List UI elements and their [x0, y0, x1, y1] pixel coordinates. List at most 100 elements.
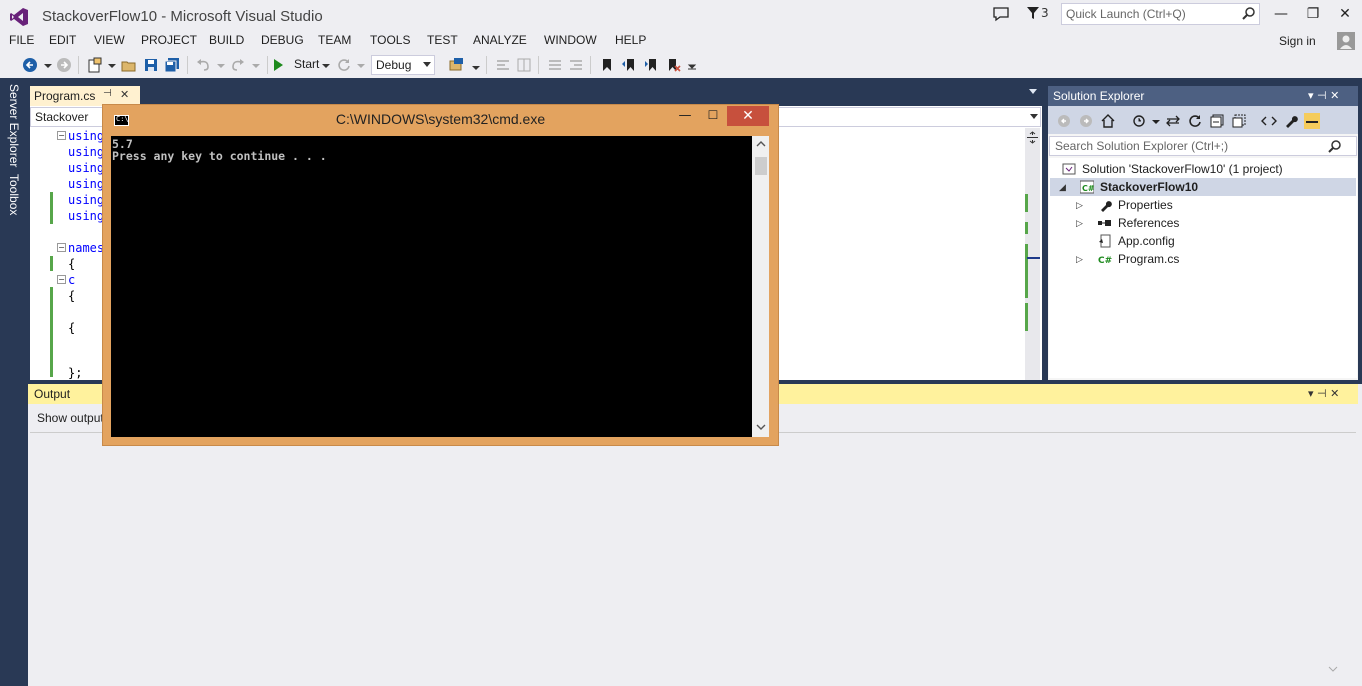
- collapse-all-icon[interactable]: [1209, 113, 1225, 129]
- member-navigation-dropdown[interactable]: [776, 107, 1041, 127]
- menu-tools[interactable]: TOOLS: [370, 33, 410, 47]
- collapse-icon[interactable]: −: [57, 275, 66, 284]
- sign-in-link[interactable]: Sign in: [1279, 34, 1316, 48]
- undo-icon[interactable]: [196, 57, 212, 73]
- code-line[interactable]: using: [68, 129, 104, 143]
- navigate-forward-icon[interactable]: [56, 57, 72, 73]
- console-output[interactable]: [111, 136, 752, 437]
- cmd-maximize-button[interactable]: ☐: [699, 108, 727, 126]
- dropdown-arrow-icon[interactable]: [1148, 113, 1164, 129]
- comment-lines-icon[interactable]: [547, 57, 563, 73]
- collapse-icon[interactable]: −: [57, 243, 66, 252]
- panel-window-icons[interactable]: ▾ ⊣ ✕: [1308, 89, 1339, 102]
- menu-file[interactable]: FILE: [9, 33, 34, 47]
- tree-item-app-config[interactable]: App.config: [1076, 232, 1356, 250]
- scroll-up-icon[interactable]: [756, 140, 766, 148]
- dropdown-arrow-icon[interactable]: [213, 57, 229, 73]
- project-navigation-dropdown[interactable]: Stackover: [30, 107, 110, 127]
- cmd-close-button[interactable]: ✕: [727, 106, 769, 126]
- user-avatar-icon[interactable]: [1337, 32, 1355, 50]
- uncomment-lines-icon[interactable]: [568, 57, 584, 73]
- save-all-icon[interactable]: [164, 57, 180, 73]
- pending-changes-filter-icon[interactable]: [1131, 113, 1147, 129]
- menu-build[interactable]: BUILD: [209, 33, 244, 47]
- menu-view[interactable]: VIEW: [94, 33, 125, 47]
- dropdown-arrow-icon[interactable]: [104, 57, 120, 73]
- toolbar-options-icon[interactable]: [684, 57, 700, 73]
- bookmark-icon[interactable]: [599, 57, 615, 73]
- solution-configuration-select[interactable]: Debug: [371, 55, 435, 75]
- layout-icon[interactable]: [516, 57, 532, 73]
- preview-selected-items-icon[interactable]: [1304, 113, 1320, 129]
- code-line[interactable]: {: [68, 257, 75, 271]
- dropdown-arrow-icon[interactable]: [468, 57, 484, 73]
- panel-window-icons[interactable]: ▾ ⊣ ✕: [1308, 387, 1339, 400]
- tree-item-solution[interactable]: Solution 'StackoverFlow10' (1 project): [1060, 160, 1356, 178]
- clear-bookmarks-icon[interactable]: [665, 57, 681, 73]
- collapse-icon[interactable]: −: [57, 131, 66, 140]
- code-line[interactable]: using: [68, 145, 104, 159]
- close-button[interactable]: ✕: [1332, 4, 1358, 24]
- home-icon[interactable]: [1100, 113, 1116, 129]
- cmd-minimize-button[interactable]: —: [671, 108, 699, 126]
- close-tab-icon[interactable]: ✕: [120, 88, 129, 101]
- code-line[interactable]: names: [68, 241, 104, 255]
- toolbox-tab[interactable]: Toolbox: [7, 174, 21, 215]
- collapsed-arrow-icon[interactable]: ▷: [1076, 196, 1083, 214]
- menu-debug[interactable]: DEBUG: [261, 33, 304, 47]
- code-line[interactable]: {: [68, 289, 75, 303]
- properties-wrench-icon[interactable]: [1283, 113, 1299, 129]
- previous-bookmark-icon[interactable]: [621, 57, 637, 73]
- menu-test[interactable]: TEST: [427, 33, 458, 47]
- menu-edit[interactable]: EDIT: [49, 33, 76, 47]
- console-scrollbar[interactable]: [752, 136, 769, 437]
- pin-icon[interactable]: ⊣: [103, 88, 112, 99]
- collapsed-arrow-icon[interactable]: ▷: [1076, 250, 1083, 268]
- code-line[interactable]: c: [68, 273, 75, 287]
- menu-analyze[interactable]: ANALYZE: [473, 33, 527, 47]
- sync-with-document-icon[interactable]: [1165, 113, 1181, 129]
- minimize-button[interactable]: —: [1268, 4, 1294, 24]
- split-window-icon[interactable]: [1026, 131, 1039, 144]
- code-line[interactable]: using: [68, 193, 104, 207]
- dropdown-arrow-icon[interactable]: [318, 57, 334, 73]
- menu-help[interactable]: HELP: [615, 33, 646, 47]
- refresh-icon[interactable]: [1187, 113, 1203, 129]
- expanded-arrow-icon[interactable]: ◢: [1059, 178, 1066, 196]
- solution-explorer-search-input[interactable]: Search Solution Explorer (Ctrl+;): [1049, 136, 1357, 156]
- save-icon[interactable]: [143, 57, 159, 73]
- show-all-files-icon[interactable]: [1231, 113, 1247, 129]
- dropdown-arrow-icon[interactable]: [248, 57, 264, 73]
- new-project-icon[interactable]: [87, 57, 103, 73]
- search-icon[interactable]: [1328, 139, 1342, 153]
- collapsed-arrow-icon[interactable]: ▷: [1076, 214, 1083, 232]
- maximize-button[interactable]: ❐: [1300, 4, 1326, 24]
- output-text-area[interactable]: [30, 432, 1356, 678]
- view-code-icon[interactable]: [1261, 113, 1277, 129]
- code-line[interactable]: };: [68, 366, 82, 380]
- active-files-dropdown-icon[interactable]: [1029, 89, 1037, 94]
- navigate-back-icon[interactable]: [22, 57, 38, 73]
- server-explorer-tab[interactable]: Server Explorer: [7, 84, 21, 167]
- code-line[interactable]: {: [68, 321, 75, 335]
- console-scroll-thumb[interactable]: [755, 157, 767, 175]
- menu-team[interactable]: TEAM: [318, 33, 351, 47]
- back-icon[interactable]: [1056, 113, 1072, 129]
- code-line[interactable]: using: [68, 177, 104, 191]
- next-bookmark-icon[interactable]: [643, 57, 659, 73]
- notifications-flag-icon[interactable]: [1026, 6, 1040, 20]
- scroll-down-icon[interactable]: [756, 423, 766, 431]
- feedback-icon[interactable]: [992, 5, 1010, 23]
- align-icon[interactable]: [495, 57, 511, 73]
- code-line[interactable]: using: [68, 161, 104, 175]
- forward-icon[interactable]: [1078, 113, 1094, 129]
- menu-window[interactable]: WINDOW: [544, 33, 597, 47]
- scroll-down-icon[interactable]: [1328, 664, 1338, 674]
- redo-icon[interactable]: [229, 57, 245, 73]
- dropdown-arrow-icon[interactable]: [40, 57, 56, 73]
- refresh-icon[interactable]: [336, 57, 352, 73]
- dropdown-arrow-icon[interactable]: [353, 57, 369, 73]
- quick-launch-input[interactable]: Quick Launch (Ctrl+Q): [1061, 3, 1260, 25]
- menu-project[interactable]: PROJECT: [141, 33, 197, 47]
- tree-item-project[interactable]: ◢ C# StackoverFlow10: [1050, 178, 1356, 196]
